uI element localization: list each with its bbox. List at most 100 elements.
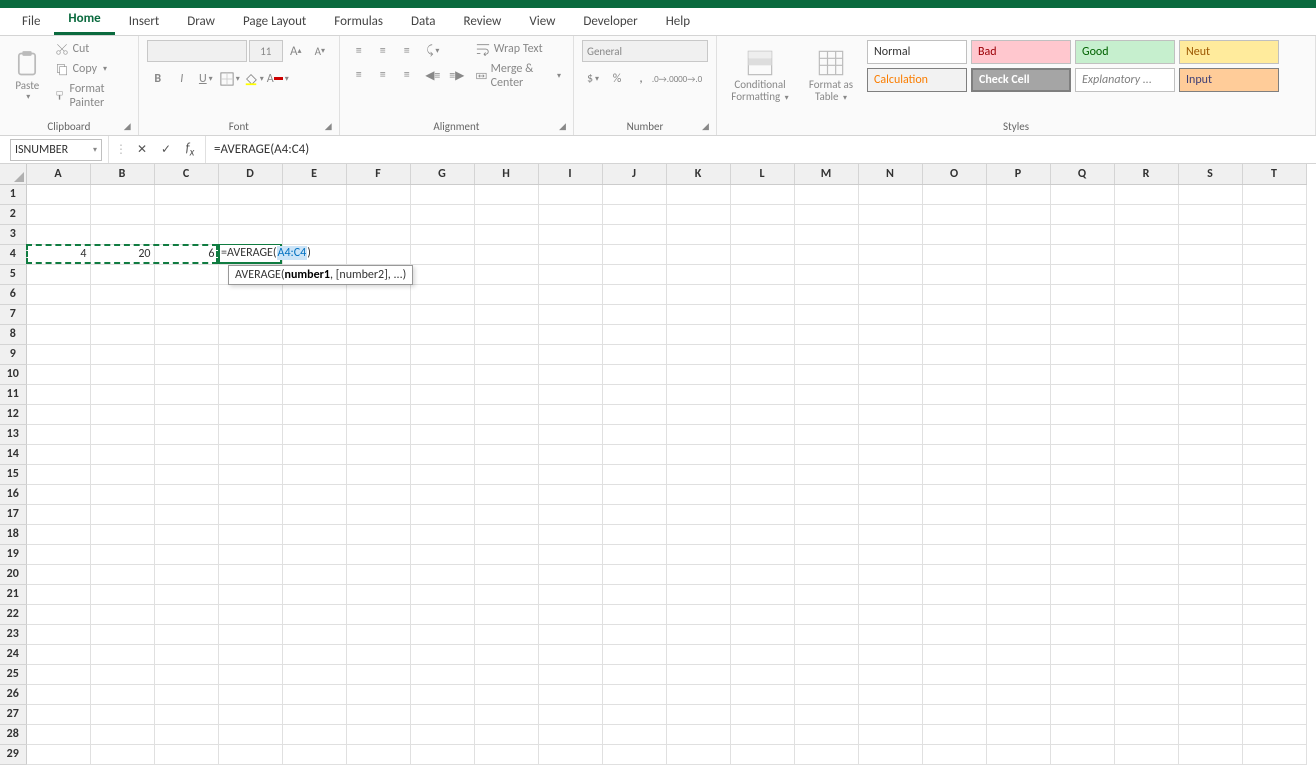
align-center-button[interactable]: ≡ — [372, 64, 394, 86]
cell-E21[interactable] — [282, 584, 346, 604]
cell-I4[interactable] — [538, 244, 602, 264]
cell-T29[interactable] — [1242, 744, 1306, 764]
cell-I28[interactable] — [538, 724, 602, 744]
cell-O10[interactable] — [922, 364, 986, 384]
cell-M9[interactable] — [794, 344, 858, 364]
col-header-M[interactable]: M — [794, 164, 858, 184]
cell-B1[interactable] — [90, 184, 154, 204]
cell-C4[interactable]: 6 — [154, 244, 218, 264]
cell-C9[interactable] — [154, 344, 218, 364]
cell-P1[interactable] — [986, 184, 1050, 204]
cell-H13[interactable] — [474, 424, 538, 444]
cell-L27[interactable] — [730, 704, 794, 724]
cell-F26[interactable] — [346, 684, 410, 704]
cell-R28[interactable] — [1114, 724, 1178, 744]
cell-M7[interactable] — [794, 304, 858, 324]
cell-C28[interactable] — [154, 724, 218, 744]
cell-E2[interactable] — [282, 204, 346, 224]
cell-E28[interactable] — [282, 724, 346, 744]
cell-I26[interactable] — [538, 684, 602, 704]
cell-I5[interactable] — [538, 264, 602, 284]
cell-A14[interactable] — [26, 444, 90, 464]
cell-M15[interactable] — [794, 464, 858, 484]
cell-S1[interactable] — [1178, 184, 1242, 204]
orientation-button[interactable]: ⤹▾ — [422, 40, 444, 62]
cell-R24[interactable] — [1114, 644, 1178, 664]
cell-N20[interactable] — [858, 564, 922, 584]
cell-B29[interactable] — [90, 744, 154, 764]
cell-E27[interactable] — [282, 704, 346, 724]
cell-S20[interactable] — [1178, 564, 1242, 584]
cell-O27[interactable] — [922, 704, 986, 724]
cell-T26[interactable] — [1242, 684, 1306, 704]
cell-O16[interactable] — [922, 484, 986, 504]
cell-L12[interactable] — [730, 404, 794, 424]
cell-T8[interactable] — [1242, 324, 1306, 344]
cell-I6[interactable] — [538, 284, 602, 304]
cell-B25[interactable] — [90, 664, 154, 684]
cell-G4[interactable] — [410, 244, 474, 264]
cell-H24[interactable] — [474, 644, 538, 664]
cell-M26[interactable] — [794, 684, 858, 704]
cell-N13[interactable] — [858, 424, 922, 444]
cell-A28[interactable] — [26, 724, 90, 744]
cell-F9[interactable] — [346, 344, 410, 364]
col-header-B[interactable]: B — [90, 164, 154, 184]
cell-H26[interactable] — [474, 684, 538, 704]
cell-H25[interactable] — [474, 664, 538, 684]
cell-Q15[interactable] — [1050, 464, 1114, 484]
style-check-cell[interactable]: Check Cell — [971, 68, 1071, 92]
cell-D15[interactable] — [218, 464, 282, 484]
cell-I2[interactable] — [538, 204, 602, 224]
tab-data[interactable]: Data — [397, 8, 450, 35]
cell-B11[interactable] — [90, 384, 154, 404]
cell-K12[interactable] — [666, 404, 730, 424]
cell-S2[interactable] — [1178, 204, 1242, 224]
cell-E11[interactable] — [282, 384, 346, 404]
cell-Q9[interactable] — [1050, 344, 1114, 364]
cell-J27[interactable] — [602, 704, 666, 724]
borders-button[interactable]: ▾ — [219, 68, 241, 90]
cell-Q4[interactable] — [1050, 244, 1114, 264]
chevron-down-icon[interactable]: ▾ — [93, 145, 97, 155]
tab-formulas[interactable]: Formulas — [320, 8, 397, 35]
cell-M24[interactable] — [794, 644, 858, 664]
cell-O2[interactable] — [922, 204, 986, 224]
cell-K1[interactable] — [666, 184, 730, 204]
cell-L13[interactable] — [730, 424, 794, 444]
cell-J22[interactable] — [602, 604, 666, 624]
cell-H11[interactable] — [474, 384, 538, 404]
cell-D19[interactable] — [218, 544, 282, 564]
cell-L21[interactable] — [730, 584, 794, 604]
cell-K7[interactable] — [666, 304, 730, 324]
cell-M28[interactable] — [794, 724, 858, 744]
cell-P19[interactable] — [986, 544, 1050, 564]
cell-N16[interactable] — [858, 484, 922, 504]
cell-M3[interactable] — [794, 224, 858, 244]
cell-S11[interactable] — [1178, 384, 1242, 404]
cell-I1[interactable] — [538, 184, 602, 204]
cell-T18[interactable] — [1242, 524, 1306, 544]
cell-N28[interactable] — [858, 724, 922, 744]
cell-B24[interactable] — [90, 644, 154, 664]
cell-I10[interactable] — [538, 364, 602, 384]
cell-C27[interactable] — [154, 704, 218, 724]
cell-D29[interactable] — [218, 744, 282, 764]
cell-D12[interactable] — [218, 404, 282, 424]
cell-D6[interactable] — [218, 284, 282, 304]
col-header-T[interactable]: T — [1242, 164, 1306, 184]
cell-G18[interactable] — [410, 524, 474, 544]
tab-help[interactable]: Help — [652, 8, 704, 35]
cell-P12[interactable] — [986, 404, 1050, 424]
tab-view[interactable]: View — [515, 8, 569, 35]
cell-D28[interactable] — [218, 724, 282, 744]
cell-A3[interactable] — [26, 224, 90, 244]
cell-O15[interactable] — [922, 464, 986, 484]
cell-E12[interactable] — [282, 404, 346, 424]
cell-T5[interactable] — [1242, 264, 1306, 284]
cell-N4[interactable] — [858, 244, 922, 264]
cell-N10[interactable] — [858, 364, 922, 384]
cell-R18[interactable] — [1114, 524, 1178, 544]
cell-A15[interactable] — [26, 464, 90, 484]
row-header-7[interactable]: 7 — [0, 304, 26, 324]
